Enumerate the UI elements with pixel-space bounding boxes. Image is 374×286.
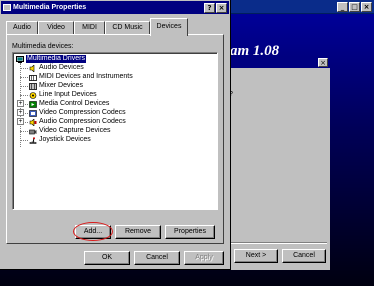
- window-title: Multimedia Properties: [13, 4, 87, 11]
- tab-strip: Audio Video MIDI CD Music Devices: [6, 18, 224, 36]
- close-button[interactable]: ×: [216, 3, 227, 13]
- tree-item-label: Mixer Devices: [39, 82, 83, 89]
- tree-root-item[interactable]: Multimedia Drivers: [16, 55, 86, 63]
- video-capture-icon: [29, 129, 37, 134]
- midi-icon: [29, 74, 37, 81]
- close-icon[interactable]: ×: [318, 58, 328, 67]
- expand-icon[interactable]: +: [17, 118, 24, 125]
- next-button-label: Next >: [245, 252, 267, 259]
- tree-item[interactable]: Video Capture Devices: [20, 127, 110, 135]
- multimedia-properties-window: Multimedia Properties ? × Audio Video MI…: [0, 0, 231, 270]
- next-button[interactable]: Next >: [234, 249, 278, 263]
- window-titlebar: Multimedia Properties ? ×: [1, 1, 229, 14]
- tree-root-label: Multimedia Drivers: [26, 55, 86, 63]
- devices-tree[interactable]: Multimedia Drivers Audio Devices MIDI De…: [12, 52, 218, 210]
- tree-item[interactable]: Joystick Devices: [20, 136, 91, 144]
- expand-icon[interactable]: +: [17, 100, 24, 107]
- setup-dialog-titlebar: ×: [226, 57, 330, 68]
- cancel-button[interactable]: Cancel: [134, 251, 180, 265]
- tree-item[interactable]: Media Control Devices: [20, 100, 109, 108]
- media-control-icon: [29, 100, 37, 108]
- tree-item[interactable]: Video Compression Codecs: [20, 109, 126, 117]
- cancel-button[interactable]: Cancel: [282, 249, 326, 263]
- tree-item[interactable]: Mixer Devices: [20, 82, 83, 90]
- audio-codec-icon: [29, 118, 37, 126]
- cancel-button-label: Cancel: [146, 254, 168, 261]
- remove-button-label: Remove: [124, 228, 152, 235]
- tree-item-label: MIDI Devices and Instruments: [39, 73, 133, 80]
- tree-item-label: Video Compression Codecs: [39, 109, 126, 116]
- properties-button[interactable]: Properties: [165, 225, 215, 239]
- multimedia-devices-label: Multimedia devices:: [12, 43, 74, 50]
- help-button[interactable]: ?: [204, 3, 215, 13]
- properties-button-label: Properties: [174, 228, 206, 235]
- tree-item[interactable]: Audio Devices: [20, 64, 84, 72]
- line-input-icon: [29, 91, 37, 99]
- expand-icon[interactable]: +: [17, 109, 24, 116]
- mixer-icon: [29, 82, 37, 90]
- joystick-icon: [29, 136, 37, 144]
- setup-dialog: × ? Next > Cancel: [226, 57, 330, 270]
- tab-midi[interactable]: MIDI: [74, 21, 105, 34]
- tree-item-label: Audio Devices: [39, 64, 84, 71]
- close-button[interactable]: ×: [361, 2, 372, 12]
- multimedia-icon: [3, 4, 11, 11]
- cancel-button-label: Cancel: [293, 252, 315, 259]
- tab-devices[interactable]: Devices: [150, 18, 188, 36]
- tree-item-label: Media Control Devices: [39, 100, 110, 107]
- tab-cd-music[interactable]: CD Music: [105, 21, 150, 34]
- tree-item-label: Line Input Devices: [39, 91, 97, 98]
- tree-item-label: Joystick Devices: [39, 136, 91, 143]
- apply-button[interactable]: Apply: [184, 251, 224, 265]
- maximize-button[interactable]: □: [349, 2, 360, 12]
- speaker-icon: [29, 64, 35, 72]
- computer-icon: [16, 55, 24, 63]
- tree-item[interactable]: MIDI Devices and Instruments: [20, 73, 133, 81]
- remove-button[interactable]: Remove: [115, 225, 161, 239]
- tree-item-label: Audio Compression Codecs: [39, 118, 126, 125]
- ok-button[interactable]: OK: [84, 251, 130, 265]
- video-codec-icon: [29, 109, 37, 117]
- tab-video[interactable]: Video: [38, 21, 74, 34]
- minimize-button[interactable]: _: [337, 2, 348, 12]
- tab-audio[interactable]: Audio: [6, 21, 38, 34]
- tree-item-label: Video Capture Devices: [39, 127, 111, 134]
- highlight-ellipse: [73, 222, 113, 241]
- divider: [229, 242, 327, 244]
- ok-button-label: OK: [101, 254, 113, 261]
- tree-item[interactable]: Audio Compression Codecs: [20, 118, 126, 126]
- tree-item[interactable]: Line Input Devices: [20, 91, 97, 99]
- apply-button-label: Apply: [195, 254, 213, 261]
